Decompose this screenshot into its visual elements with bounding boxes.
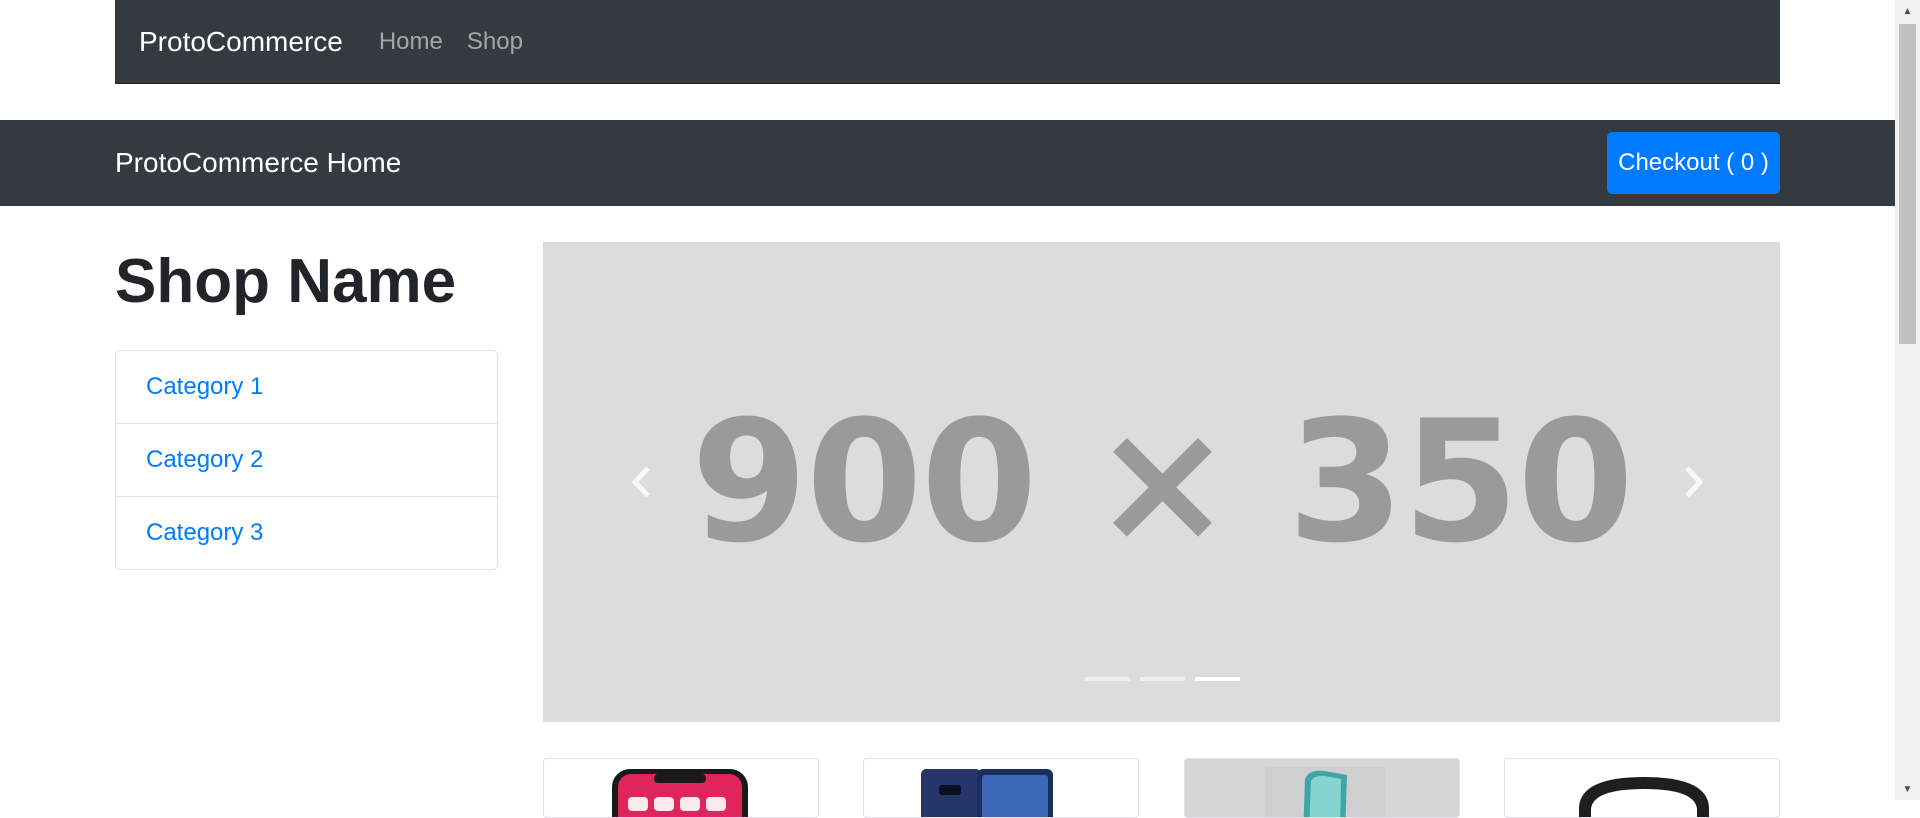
checkout-button[interactable]: Checkout ( 0 ): [1607, 132, 1780, 194]
scrollbar-thumb[interactable]: [1899, 24, 1916, 344]
carousel-placeholder-image: 900 × 350: [690, 384, 1634, 580]
carousel-indicator-1[interactable]: [1085, 677, 1130, 681]
scroll-up-arrow-icon[interactable]: ▲: [1895, 0, 1920, 22]
carousel: 900 × 350: [543, 242, 1780, 722]
category-list: Category 1 Category 2 Category 3: [115, 350, 498, 570]
nav-shop-link[interactable]: Shop: [467, 28, 523, 56]
carousel-next-button[interactable]: [1674, 460, 1714, 504]
chevron-left-icon: [631, 466, 650, 498]
category-item-1[interactable]: Category 1: [116, 351, 497, 424]
brand-link[interactable]: ProtoCommerce: [139, 26, 343, 58]
page-scrollbar[interactable]: ▲ ▼: [1895, 0, 1920, 800]
product-card-3[interactable]: [1184, 758, 1460, 818]
page-header-bar: ProtoCommerce Home Checkout ( 0 ): [0, 120, 1895, 206]
category-item-3[interactable]: Category 3: [116, 497, 497, 569]
nav-home-link[interactable]: Home: [379, 28, 443, 56]
product-image-phone: [1265, 767, 1385, 817]
product-image-phone: [612, 769, 748, 817]
top-navbar: ProtoCommerce Home Shop: [115, 0, 1780, 84]
product-image-phone: [921, 769, 1053, 817]
chevron-right-icon: [1685, 466, 1704, 498]
product-card-4[interactable]: [1504, 758, 1780, 818]
shop-name-heading: Shop Name: [115, 247, 457, 316]
carousel-indicator-3[interactable]: [1195, 677, 1240, 681]
category-item-2[interactable]: Category 2: [116, 424, 497, 497]
page-title: ProtoCommerce Home: [115, 147, 402, 178]
product-card-1[interactable]: [543, 758, 819, 818]
scroll-down-arrow-icon[interactable]: ▼: [1895, 778, 1920, 800]
carousel-indicator-2[interactable]: [1140, 677, 1185, 681]
product-card-2[interactable]: [863, 758, 1139, 818]
carousel-indicators: [1085, 677, 1240, 681]
product-image-headset: [1579, 777, 1709, 817]
carousel-prev-button[interactable]: [621, 460, 661, 504]
